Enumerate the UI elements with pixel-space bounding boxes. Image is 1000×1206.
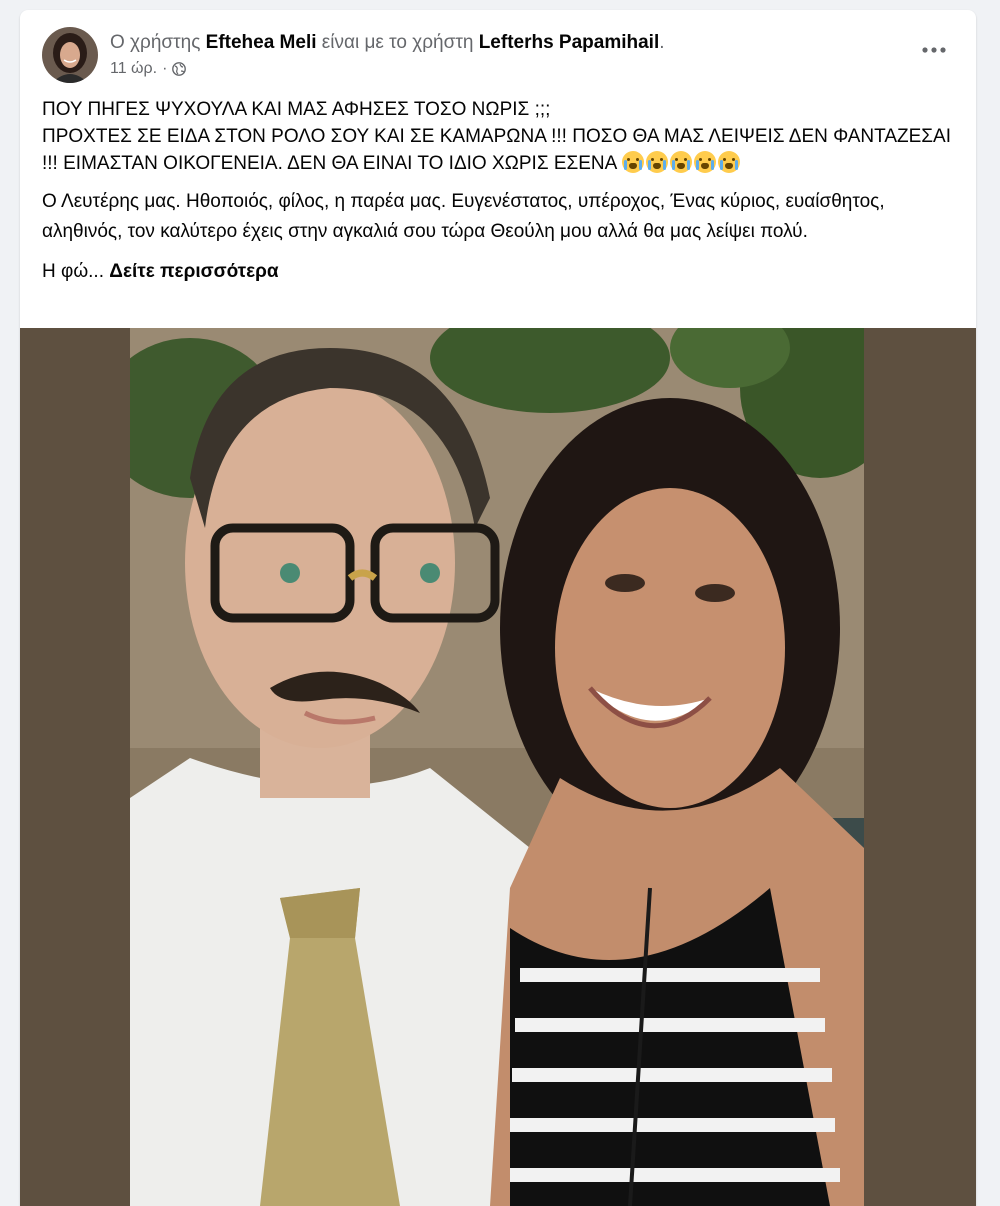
post-photo-frame [20, 328, 976, 1206]
timestamp-link[interactable]: 11 ώρ. [110, 60, 157, 78]
loudly-crying-face-emoji [645, 151, 668, 173]
post-photo[interactable] [130, 328, 864, 1206]
emoji-row [621, 151, 742, 174]
author-line: Ο χρήστης Eftehea Meli είναι με το χρήστ… [110, 32, 665, 54]
more-horizontal-icon [922, 47, 946, 53]
truncated-text: Η φώ... [42, 261, 110, 282]
loudly-crying-face-emoji [669, 151, 692, 173]
globe-icon [172, 62, 187, 76]
loudly-crying-face-emoji [621, 151, 644, 173]
with-text: είναι με το χρήστη [316, 32, 479, 53]
post-header: Ο χρήστης Eftehea Meli είναι με το χρήστ… [20, 10, 976, 90]
author-name-link[interactable]: Eftehea Meli [206, 32, 317, 53]
caps-line-2: ΠΡΟΧΤΕΣ ΣΕ ΕΙΔΑ ΣΤΟΝ ΡΟΛΟ ΣΟΥ ΚΑΙ ΣΕ ΚΑΜ… [42, 123, 952, 177]
loudly-crying-face-emoji [717, 151, 740, 173]
caps-text: ΠΟΥ ΠΗΓΕΣ ΨΥΧΟΥΛΑ ΚΑΙ ΜΑΣ ΑΦΗΣΕΣ ΤΟΣΟ ΝΩ… [42, 96, 952, 177]
see-more-link[interactable]: Δείτε περισσότερα [109, 261, 278, 282]
post-card: Ο χρήστης Eftehea Meli είναι με το χρήστ… [20, 10, 976, 1206]
post-paragraph: Ο Λευτέρης μας. Ηθοποιός, φίλος, η παρέα… [42, 191, 885, 242]
caps-line-2-text: ΠΡΟΧΤΕΣ ΣΕ ΕΙΔΑ ΣΤΟΝ ΡΟΛΟ ΣΟΥ ΚΑΙ ΣΕ ΚΑΜ… [42, 126, 951, 174]
post-meta: 11 ώρ. · [110, 60, 187, 78]
meta-separator: · [162, 60, 168, 77]
avatar-image [42, 27, 98, 83]
author-prefix: Ο χρήστης [110, 32, 206, 53]
see-more-row: Η φώ... Δείτε περισσότερα [42, 259, 952, 285]
loudly-crying-face-emoji [693, 151, 716, 173]
caps-line-1: ΠΟΥ ΠΗΓΕΣ ΨΥΧΟΥΛΑ ΚΑΙ ΜΑΣ ΑΦΗΣΕΣ ΤΟΣΟ ΝΩ… [42, 99, 551, 120]
tagged-name-link[interactable]: Lefterhs Papamihail [479, 32, 660, 53]
author-avatar[interactable] [42, 27, 98, 83]
tagged-suffix: . [659, 32, 665, 53]
more-options-button[interactable] [916, 32, 952, 68]
post-text: ΠΟΥ ΠΗΓΕΣ ΨΥΧΟΥΛΑ ΚΑΙ ΜΑΣ ΑΦΗΣΕΣ ΤΟΣΟ ΝΩ… [42, 96, 952, 285]
